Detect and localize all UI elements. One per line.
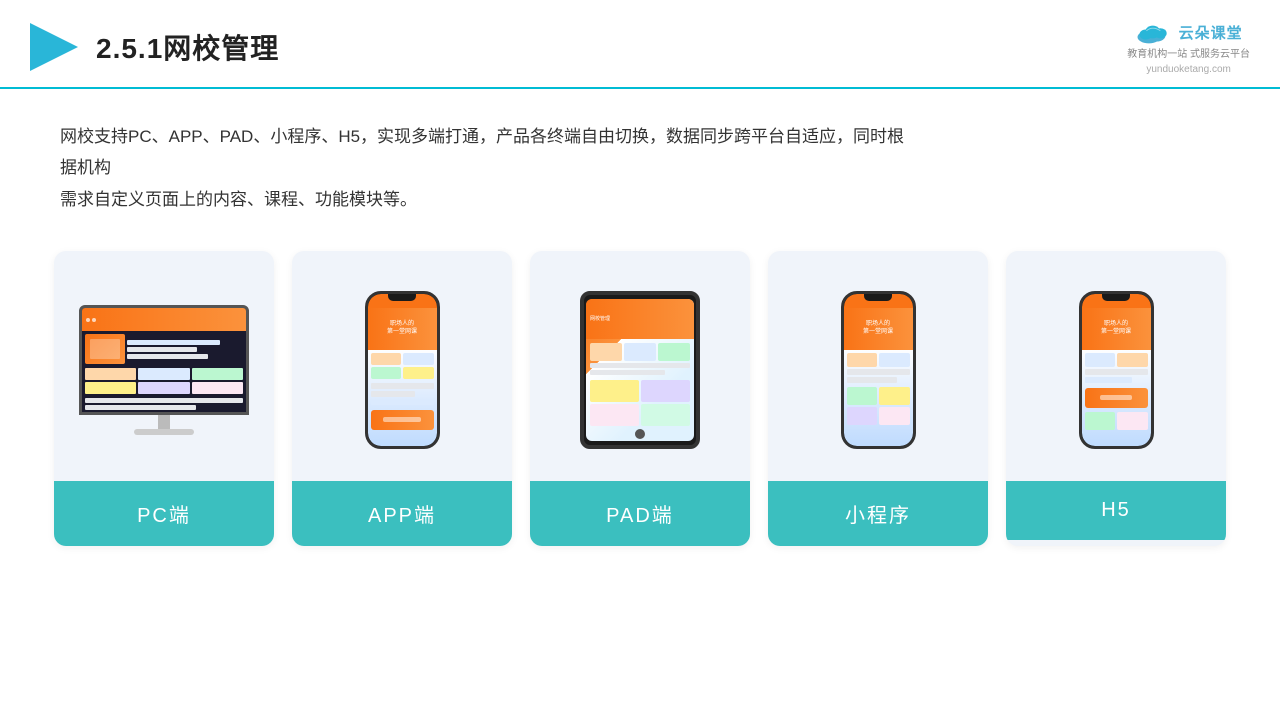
logo-url: yunduoketang.com [1146,64,1231,75]
pad-label: PAD端 [530,481,750,546]
play-icon [30,23,78,71]
pc-image-area [54,251,274,481]
card-h5: 职场人的第一堂网课 [1006,251,1226,546]
mini-label: 小程序 [768,481,988,546]
card-app: 职场人的第一堂网课 [292,251,512,546]
app-image-area: 职场人的第一堂网课 [292,251,512,481]
cloud-icon [1135,18,1173,46]
h5-phone: 职场人的第一堂网课 [1079,291,1154,449]
mini-phone: 职场人的第一堂网课 [841,291,916,449]
description-text: 网校支持PC、APP、PAD、小程序、H5，实现多端打通，产品各终端自由切换，数… [0,89,980,233]
card-pc: PC端 [54,251,274,546]
logo-cloud: 云朵课堂 [1135,18,1243,46]
monitor-device [79,305,249,435]
pc-label: PC端 [54,481,274,546]
monitor-screen [79,305,249,415]
description-paragraph: 网校支持PC、APP、PAD、小程序、H5，实现多端打通，产品各终端自由切换，数… [60,121,920,215]
card-pad: 网校管理 [530,251,750,546]
app-phone: 职场人的第一堂网课 [365,291,440,449]
h5-label: H5 [1006,481,1226,540]
pad-image-area: 网校管理 [530,251,750,481]
pad-tablet: 网校管理 [580,291,700,449]
card-mini: 职场人的第一堂网课 [768,251,988,546]
logo-brand: 云朵课堂 [1179,22,1243,43]
h5-image-area: 职场人的第一堂网课 [1006,251,1226,481]
header-left: 2.5.1网校管理 [30,23,279,71]
header: 2.5.1网校管理 云朵课堂 教育机构一站 式服务云平台 yunduoketan… [0,0,1280,89]
cards-container: PC端 职场人的第一堂网课 [0,233,1280,576]
app-label: APP端 [292,481,512,546]
mini-image-area: 职场人的第一堂网课 [768,251,988,481]
logo-tagline: 教育机构一站 式服务云平台 [1127,48,1250,62]
logo-area: 云朵课堂 教育机构一站 式服务云平台 yunduoketang.com [1127,18,1250,75]
page-title: 2.5.1网校管理 [96,27,279,67]
